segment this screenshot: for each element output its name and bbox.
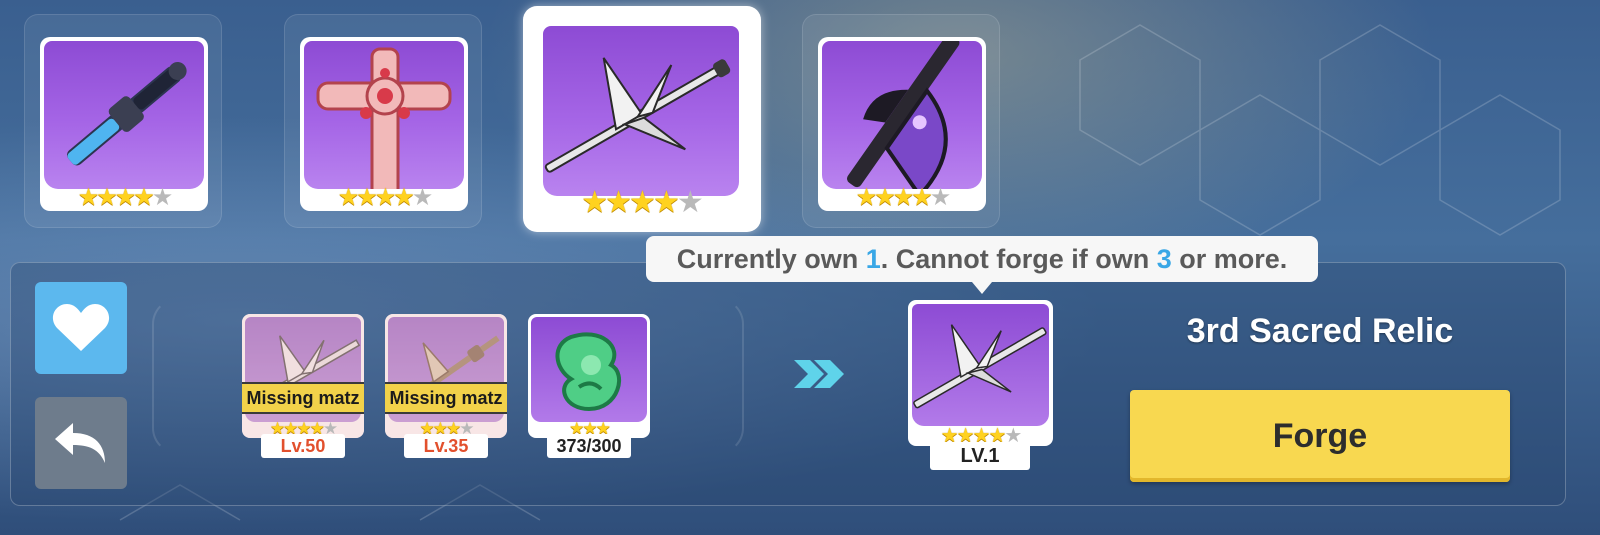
material-slot-3[interactable]: ★★★ [528,314,650,438]
star-filled-icon: ★ [855,183,877,211]
material-art [531,317,647,422]
material-level-label: Lv.50 [261,434,345,458]
star-empty-icon: ★ [411,183,433,211]
weapon-card[interactable]: ★★★★★ [300,37,468,211]
star-filled-icon: ★ [911,183,932,211]
star-rating: ★★★★★ [539,188,743,218]
owned-count: 1 [865,244,881,274]
star-filled-icon: ★ [96,183,117,211]
double-chevron-right-icon [794,360,844,388]
material-slot-2[interactable]: Missing matz ★★★★ [385,314,507,438]
missing-materials-badge: Missing matz [385,382,507,414]
ownership-tooltip: Currently own 1. Cannot forge if own 3 o… [646,236,1318,294]
star-filled-icon: ★ [605,185,632,218]
weapon-card[interactable]: ★★★★★ [818,37,986,211]
tooltip-prefix: Currently own [676,244,866,274]
material-level-label: Lv.35 [404,434,488,458]
star-empty-icon: ★ [151,183,173,211]
weapon-slot-4[interactable]: ★★★★★ [802,14,1000,228]
star-filled-icon: ★ [629,185,656,218]
weapon-slot-3[interactable]: ★★★★★ [523,6,761,232]
star-filled-icon: ★ [356,183,377,211]
weapon-art [304,41,464,189]
weapon-art [44,41,204,189]
heart-icon [52,304,110,351]
star-rating: ★★★★★ [300,185,468,209]
material-count-label: 373/300 [547,434,631,458]
star-filled-icon: ★ [133,183,154,211]
weapon-card[interactable]: ★★★★★ [539,22,743,218]
star-rating: ★★★★★ [818,185,986,209]
weapon-card[interactable]: ★★★★★ [40,37,208,211]
star-filled-icon: ★ [581,185,608,218]
back-button[interactable] [35,397,127,489]
star-filled-icon: ★ [374,183,396,211]
star-rating: ★★★★★ [40,185,208,209]
owned-limit: 3 [1156,244,1172,274]
tooltip-middle: . Cannot forge if own [880,244,1157,274]
forge-result-card[interactable]: ★★★★★ [908,300,1053,446]
weapon-slot-2[interactable]: ★★★★★ [284,14,482,228]
star-filled-icon: ★ [652,185,680,218]
weapon-art [543,26,739,196]
result-level-label: LV.1 [930,442,1030,470]
undo-arrow-icon [55,423,105,463]
tooltip-suffix: or more. [1171,244,1288,274]
star-filled-icon: ★ [393,183,414,211]
weapon-art [822,41,982,189]
star-filled-icon: ★ [77,183,99,211]
forge-button[interactable]: Forge [1130,390,1510,482]
star-filled-icon: ★ [892,183,914,211]
favorite-button[interactable] [35,282,127,374]
result-art [912,304,1049,426]
star-filled-icon: ★ [114,183,136,211]
star-filled-icon: ★ [337,183,359,211]
star-filled-icon: ★ [874,183,895,211]
relic-name: 3rd Sacred Relic [1186,312,1454,350]
star-empty-icon: ★ [676,185,704,218]
weapon-slot-1[interactable]: ★★★★★ [24,14,222,228]
material-slot-1[interactable]: Missing matz ★★★★★ [242,314,364,438]
missing-materials-badge: Missing matz [242,382,364,414]
star-empty-icon: ★ [929,183,951,211]
